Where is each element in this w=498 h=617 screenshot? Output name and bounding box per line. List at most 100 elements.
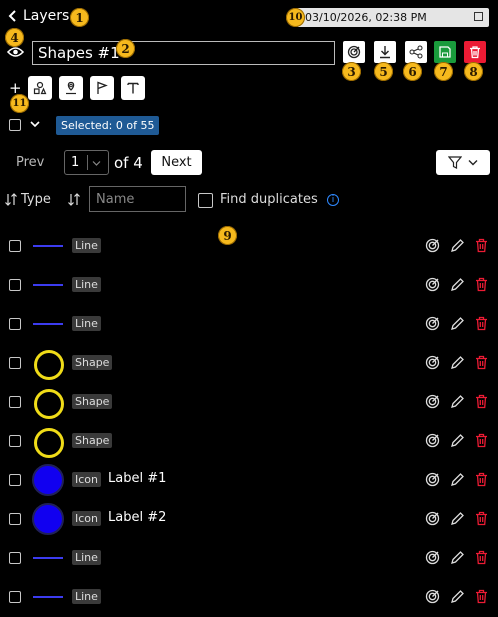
target-button[interactable]	[343, 41, 365, 63]
trash-icon[interactable]	[474, 355, 489, 370]
chevron-left-icon	[8, 10, 16, 22]
table-row[interactable]: Shape	[0, 422, 498, 461]
target-icon[interactable]	[425, 316, 440, 331]
prev-button[interactable]: Prev	[16, 155, 44, 170]
type-badge: Shape	[72, 355, 113, 370]
calendar-icon[interactable]	[474, 12, 483, 21]
tool-text[interactable]	[121, 76, 145, 100]
sort-icon[interactable]	[67, 193, 81, 206]
divider	[87, 155, 88, 170]
delete-layer-button[interactable]	[464, 41, 486, 63]
edit-icon[interactable]	[450, 589, 465, 604]
next-button[interactable]: Next	[151, 150, 202, 175]
line-swatch	[33, 323, 63, 325]
eye-icon[interactable]	[7, 46, 24, 58]
tool-shapes[interactable]	[28, 76, 52, 100]
sort-type-header[interactable]: Type	[4, 192, 51, 207]
target-icon[interactable]	[425, 238, 440, 253]
tool-pin[interactable]	[59, 76, 83, 100]
row-checkbox[interactable]	[9, 513, 21, 525]
row-checkbox[interactable]	[9, 396, 21, 408]
filter-dropdown[interactable]	[436, 150, 490, 175]
target-icon[interactable]	[425, 472, 440, 487]
page-select[interactable]: 1	[64, 150, 109, 175]
edit-icon[interactable]	[450, 550, 465, 565]
table-row[interactable]: Line	[0, 227, 498, 266]
type-badge: Shape	[72, 433, 113, 448]
target-icon[interactable]	[425, 511, 440, 526]
row-checkbox[interactable]	[9, 279, 21, 291]
line-swatch	[33, 557, 63, 559]
back-to-layers[interactable]: Layers	[8, 8, 69, 24]
info-icon[interactable]: i	[327, 194, 339, 206]
row-checkbox[interactable]	[9, 474, 21, 486]
marker-8: 8	[464, 62, 483, 81]
trash-icon[interactable]	[474, 550, 489, 565]
edit-icon[interactable]	[450, 433, 465, 448]
edit-icon[interactable]	[450, 394, 465, 409]
edit-icon[interactable]	[450, 511, 465, 526]
edit-icon[interactable]	[450, 355, 465, 370]
marker-1: 1	[70, 8, 89, 27]
datetime-input[interactable]: 03/10/2026, 02:38 PM	[297, 8, 489, 27]
row-checkbox[interactable]	[9, 591, 21, 603]
target-icon[interactable]	[425, 355, 440, 370]
marker-5: 5	[374, 62, 393, 81]
target-icon[interactable]	[425, 433, 440, 448]
target-icon	[347, 45, 361, 59]
table-row[interactable]: Line	[0, 305, 498, 344]
table-row[interactable]: Shape	[0, 383, 498, 422]
edit-icon[interactable]	[450, 277, 465, 292]
download-button[interactable]	[374, 41, 396, 63]
trash-icon[interactable]	[474, 238, 489, 253]
target-icon[interactable]	[425, 394, 440, 409]
select-all-checkbox[interactable]	[9, 119, 21, 131]
row-checkbox[interactable]	[9, 552, 21, 564]
table-row[interactable]: Shape	[0, 344, 498, 383]
layer-name-input[interactable]: Shapes #1	[32, 41, 335, 65]
marker-3: 3	[342, 62, 361, 81]
trash-icon[interactable]	[474, 394, 489, 409]
edit-icon[interactable]	[450, 316, 465, 331]
icon-swatch	[32, 464, 64, 496]
trash-icon[interactable]	[474, 433, 489, 448]
trash-icon[interactable]	[474, 511, 489, 526]
table-row[interactable]: Line	[0, 539, 498, 578]
name-filter-input[interactable]: Name	[89, 186, 186, 212]
trash-icon[interactable]	[474, 316, 489, 331]
filter-icon	[448, 156, 462, 169]
table-row[interactable]: Line	[0, 266, 498, 305]
type-badge: Line	[72, 589, 101, 604]
trash-icon[interactable]	[474, 472, 489, 487]
trash-icon[interactable]	[474, 277, 489, 292]
trash-icon[interactable]	[474, 589, 489, 604]
target-icon[interactable]	[425, 589, 440, 604]
target-icon[interactable]	[425, 550, 440, 565]
edit-icon[interactable]	[450, 238, 465, 253]
find-duplicates-label: Find duplicates	[220, 192, 318, 207]
row-checkbox[interactable]	[9, 435, 21, 447]
target-icon[interactable]	[425, 277, 440, 292]
row-checkbox[interactable]	[9, 318, 21, 330]
edit-icon[interactable]	[450, 472, 465, 487]
chevron-down-icon[interactable]	[30, 120, 40, 128]
table-row[interactable]: Icon Label #1	[0, 461, 498, 500]
shape-swatch	[34, 350, 64, 380]
flag-icon	[97, 81, 108, 94]
type-badge: Icon	[72, 511, 101, 526]
type-badge: Line	[72, 316, 101, 331]
type-badge: Line	[72, 238, 101, 253]
row-checkbox[interactable]	[9, 240, 21, 252]
table-row[interactable]: Icon Label #2	[0, 500, 498, 539]
table-row[interactable]: Line	[0, 578, 498, 617]
row-checkbox[interactable]	[9, 357, 21, 369]
marker-6: 6	[403, 62, 422, 81]
chevron-down-icon	[92, 161, 101, 166]
save-button[interactable]	[434, 41, 456, 63]
type-badge: Shape	[72, 394, 113, 409]
tool-flag[interactable]	[90, 76, 114, 100]
find-duplicates-checkbox[interactable]	[198, 193, 213, 208]
chevron-down-icon	[468, 160, 478, 166]
share-button[interactable]	[405, 41, 427, 63]
layer-name-value: Shapes #1	[38, 44, 120, 62]
